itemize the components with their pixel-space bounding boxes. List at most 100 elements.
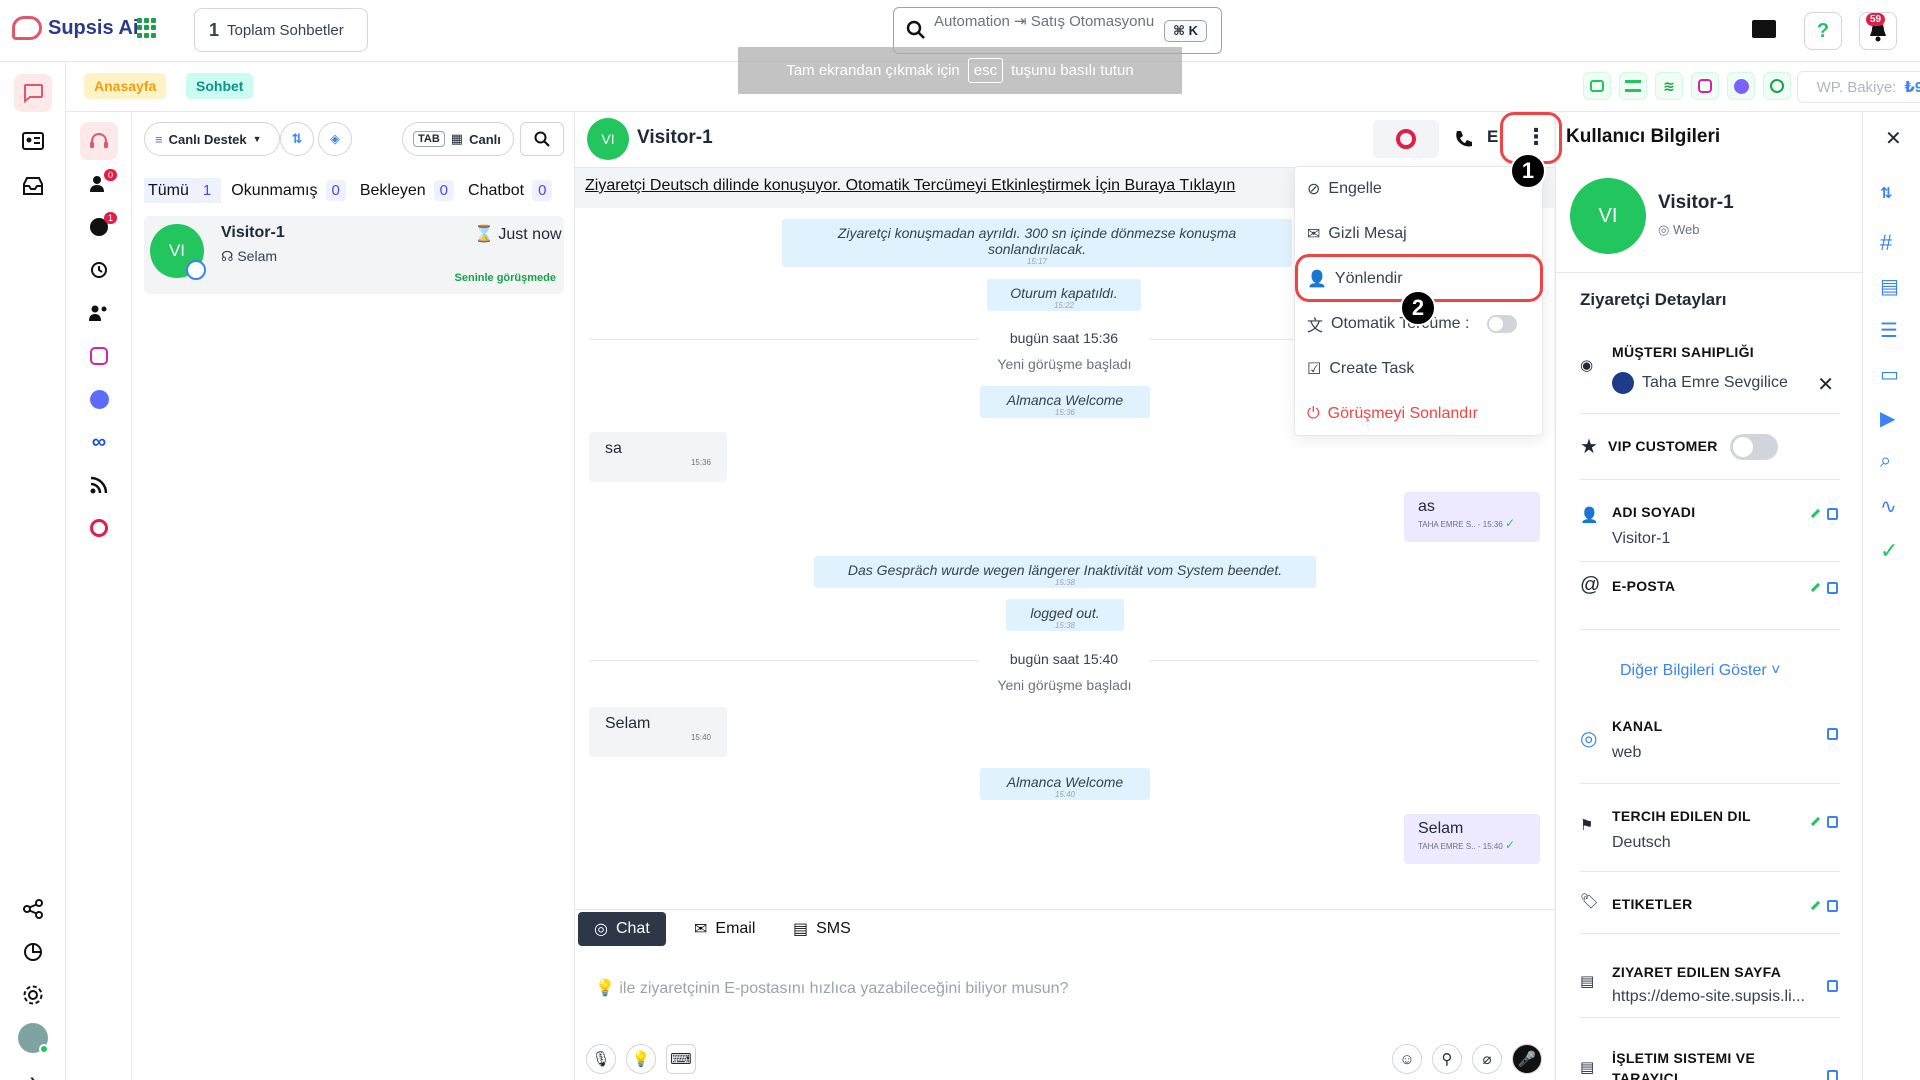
search-icon[interactable]: ⌕: [1880, 450, 1904, 474]
mail-icon: ✉: [694, 921, 708, 938]
copy-icon[interactable]: [1827, 980, 1838, 992]
agents-tab[interactable]: [80, 294, 118, 332]
record-button[interactable]: 🎤: [1512, 1044, 1542, 1074]
message-input[interactable]: 💡 ile ziyaretçinin E-postasını hızlıca y…: [595, 978, 1068, 998]
history-tab[interactable]: [80, 251, 118, 289]
app-integration-tab[interactable]: [80, 509, 118, 547]
lightbulb-icon: 💡: [631, 1051, 651, 1068]
document-icon[interactable]: ▤: [1880, 274, 1904, 298]
help-button[interactable]: ?: [1804, 12, 1842, 50]
copy-icon[interactable]: [1827, 582, 1838, 594]
integration-button[interactable]: [1373, 120, 1439, 158]
messenger-tab[interactable]: [80, 380, 118, 418]
tab-email[interactable]: ✉ Email: [678, 912, 771, 946]
total-chats-box[interactable]: 1 Toplam Sohbetler: [194, 8, 368, 52]
list-item[interactable]: VI Visitor-1 ⌛ Just now ☊ Selam Seninle …: [144, 216, 564, 294]
menu-item-end-chat[interactable]: ⏻ Görüşmeyi Sonlandır: [1295, 392, 1544, 436]
tab-live-toggle[interactable]: TAB ▦ Canlı: [402, 122, 514, 156]
list-channel-icon[interactable]: [1619, 72, 1647, 100]
mail-icon[interactable]: [1752, 20, 1776, 38]
message-time: 15:17: [1026, 257, 1048, 266]
nav-contacts[interactable]: [14, 122, 52, 160]
layers-button[interactable]: ◈: [318, 122, 352, 156]
copy-icon[interactable]: [1827, 900, 1838, 912]
filter-chatbot[interactable]: Chatbot 0: [464, 178, 556, 203]
copy-icon[interactable]: [1827, 1070, 1838, 1080]
nav-profile[interactable]: [14, 1019, 52, 1057]
breadcrumb-home[interactable]: Anasayfa: [84, 73, 167, 99]
messenger-channel-icon[interactable]: [1727, 72, 1755, 100]
auto-translate-toggle[interactable]: [1487, 315, 1518, 333]
chatbot-channel-icon[interactable]: [1583, 72, 1611, 100]
hashtag-icon[interactable]: #: [1880, 230, 1904, 255]
quick-reply-button[interactable]: ⌨: [666, 1044, 696, 1074]
check-circle-icon[interactable]: ✓: [1880, 538, 1904, 563]
sessions-tab[interactable]: 1: [80, 208, 118, 246]
filter-all[interactable]: Tümü 1: [144, 178, 222, 203]
menu-item-block[interactable]: ⊘ Engelle: [1295, 167, 1544, 211]
nav-share[interactable]: [14, 890, 52, 928]
voice-button[interactable]: 🎙: [586, 1044, 616, 1074]
copy-icon[interactable]: [1827, 508, 1838, 520]
attachment-button[interactable]: ⌀: [1472, 1044, 1502, 1074]
instagram-channel-icon[interactable]: [1691, 72, 1719, 100]
menu-item-private-message[interactable]: ✉ Gizli Mesaj: [1295, 212, 1544, 256]
user-list-icon[interactable]: ☰: [1880, 318, 1904, 342]
translate-notice-text[interactable]: Ziyaretçi Deutsch dilinde konuşuyor. Oto…: [585, 177, 1235, 195]
show-more-link[interactable]: Diğer Bilgileri Göster ˅: [1620, 662, 1781, 680]
filter-unread[interactable]: Okunmamış 0: [227, 178, 350, 203]
owner-name: Taha Emre Sevgilice: [1642, 374, 1788, 391]
field-label: ZIYARET EDILEN SAYFA: [1612, 964, 1782, 980]
field-label: E-POSTA: [1612, 578, 1676, 594]
edit-icon[interactable]: [1805, 577, 1821, 593]
department-select[interactable]: ≡ Canlı Destek ▼: [144, 122, 280, 156]
video-file-icon[interactable]: ▶: [1880, 406, 1904, 430]
filter-waiting[interactable]: Bekleyen 0: [356, 178, 458, 203]
nav-expand-button[interactable]: ›: [14, 1062, 52, 1080]
app-logo[interactable]: Supsis Ai: [12, 16, 138, 40]
chat-edit-icon[interactable]: ▭: [1880, 362, 1904, 386]
close-icon[interactable]: ✕: [1885, 126, 1902, 151]
meta-tab[interactable]: ∞: [80, 423, 118, 461]
expand-icon[interactable]: E: [1487, 127, 1498, 147]
edit-icon[interactable]: [1805, 895, 1821, 911]
breadcrumb-current[interactable]: Sohbet: [186, 73, 254, 99]
emoji-button[interactable]: ☺: [1392, 1044, 1422, 1074]
remove-owner-icon[interactable]: ✕: [1817, 372, 1834, 397]
nav-inbox[interactable]: [14, 167, 52, 205]
edit-icon[interactable]: [1805, 503, 1821, 519]
vip-toggle[interactable]: [1730, 434, 1778, 460]
nav-settings[interactable]: [14, 976, 52, 1014]
live-support-tab[interactable]: [80, 122, 118, 160]
avatar: VI: [150, 224, 206, 280]
wifi-channel-icon[interactable]: ≋: [1655, 72, 1683, 100]
apps-grid-icon[interactable]: [137, 18, 157, 38]
sort-numeric-icon[interactable]: ⇅: [1880, 184, 1904, 208]
owner-value[interactable]: Taha Emre Sevgilice: [1612, 372, 1788, 394]
field-value: web: [1612, 744, 1642, 761]
wp-balance[interactable]: WP. Bakiye: ₺99,75: [1797, 71, 1920, 103]
journey-icon[interactable]: ∿: [1880, 494, 1904, 518]
visitor-name: Visitor-1: [1658, 192, 1734, 213]
nav-reports[interactable]: [14, 933, 52, 971]
whatsapp-channel-icon[interactable]: [1763, 72, 1791, 100]
conversation-search-button[interactable]: [520, 122, 564, 156]
filter-count: 0: [433, 180, 455, 201]
phone-icon[interactable]: [1454, 129, 1474, 149]
tab-sms[interactable]: ▤ SMS: [777, 912, 867, 946]
nav-chat[interactable]: [14, 74, 52, 112]
instagram-tab[interactable]: [80, 337, 118, 375]
edit-icon[interactable]: [1805, 811, 1821, 827]
location-button[interactable]: ⚲: [1432, 1044, 1462, 1074]
rss-tab[interactable]: [80, 466, 118, 504]
copy-icon[interactable]: [1827, 728, 1838, 740]
sort-button[interactable]: ⇅: [280, 122, 314, 156]
contacts-tab[interactable]: 0: [80, 165, 118, 203]
field-value[interactable]: https://demo-site.supsis.li...: [1612, 988, 1805, 1006]
tab-chat[interactable]: ◎ Chat: [578, 912, 666, 946]
suggestion-button[interactable]: 💡: [626, 1044, 656, 1074]
menu-item-create-task[interactable]: ☑ Create Task: [1295, 347, 1544, 391]
vip-section: ★ VIP CUSTOMER: [1580, 416, 1840, 480]
inbox-icon: [23, 177, 43, 195]
copy-icon[interactable]: [1827, 816, 1838, 828]
